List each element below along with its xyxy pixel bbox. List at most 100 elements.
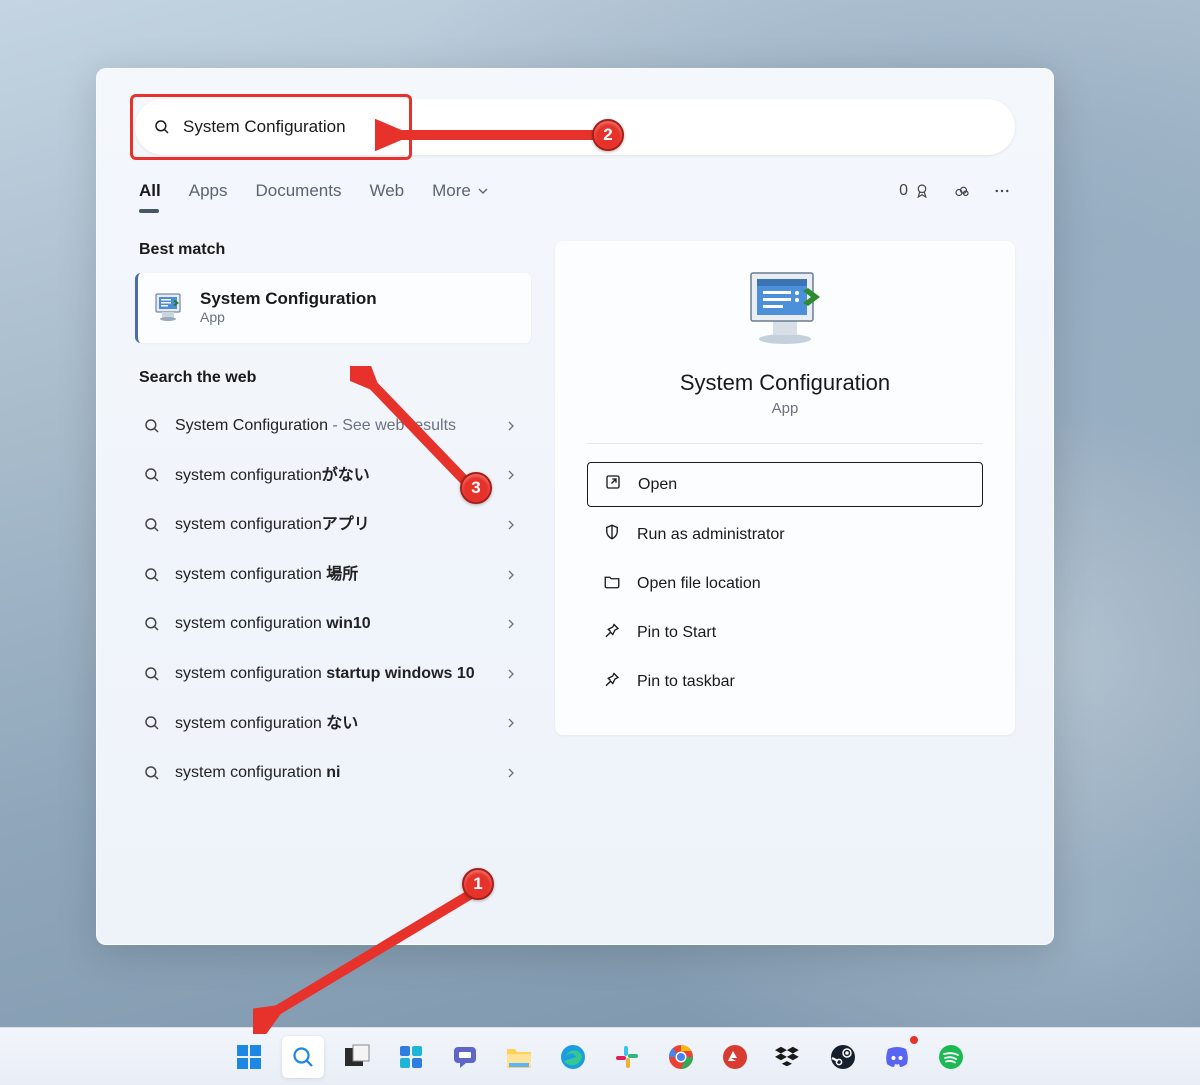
edge-icon	[560, 1044, 586, 1070]
annotation-arrow-1	[253, 884, 493, 1034]
chevron-right-icon	[503, 517, 519, 533]
detail-card: System Configuration App Open Run as admi…	[555, 241, 1015, 735]
chevron-right-icon	[503, 765, 519, 781]
web-result[interactable]: system configuration 場所	[135, 550, 531, 600]
web-result[interactable]: system configuration ni	[135, 748, 531, 798]
system-configuration-icon	[154, 291, 186, 323]
widgets-icon	[398, 1044, 424, 1070]
pin-icon	[603, 621, 621, 644]
expressvpn-icon	[722, 1044, 748, 1070]
taskbar-taskview[interactable]	[336, 1036, 378, 1078]
taskbar-teams[interactable]	[444, 1036, 486, 1078]
action-label: Open file location	[637, 575, 761, 593]
best-match-title: System Configuration	[200, 289, 377, 309]
windows-icon	[236, 1044, 262, 1070]
tab-more[interactable]: More	[432, 181, 491, 201]
pin-icon	[603, 670, 621, 693]
web-result-text: system configuration ni	[175, 762, 489, 784]
taskview-icon	[344, 1044, 370, 1070]
folder-icon	[505, 1045, 533, 1069]
taskbar-spotify[interactable]	[930, 1036, 972, 1078]
shield-icon	[603, 523, 621, 546]
chevron-right-icon	[503, 666, 519, 682]
search-icon	[143, 566, 161, 584]
search-icon	[143, 417, 161, 435]
tab-documents[interactable]: Documents	[255, 181, 341, 201]
web-result-text: system configuration ない	[175, 713, 489, 735]
web-result[interactable]: system configurationアプリ	[135, 500, 531, 550]
taskbar-dropbox[interactable]	[768, 1036, 810, 1078]
search-icon	[143, 466, 161, 484]
taskbar-chrome[interactable]	[660, 1036, 702, 1078]
search-icon	[143, 714, 161, 732]
slack-icon	[614, 1044, 640, 1070]
chat-icon	[452, 1044, 478, 1070]
action-open[interactable]: Open	[587, 462, 983, 507]
action-open-file-location[interactable]: Open file location	[587, 562, 983, 605]
taskbar-expressvpn[interactable]	[714, 1036, 756, 1078]
action-label: Pin to taskbar	[637, 673, 735, 691]
web-result-text: system configurationアプリ	[175, 514, 489, 536]
spotify-icon	[938, 1044, 964, 1070]
best-match-result[interactable]: System Configuration App	[135, 273, 531, 343]
action-label: Open	[638, 476, 677, 494]
steam-icon	[830, 1044, 856, 1070]
chevron-right-icon	[503, 467, 519, 483]
detail-subtitle: App	[587, 400, 983, 417]
taskbar-discord[interactable]	[876, 1036, 918, 1078]
tab-web[interactable]: Web	[369, 181, 404, 201]
web-result-text: system configuration 場所	[175, 564, 489, 586]
taskbar-widgets[interactable]	[390, 1036, 432, 1078]
detail-title: System Configuration	[587, 370, 983, 396]
results-column: Best match System Configuration App Sear…	[135, 241, 531, 916]
action-pin-to-start[interactable]: Pin to Start	[587, 611, 983, 654]
best-match-header: Best match	[139, 241, 527, 259]
chevron-right-icon	[503, 616, 519, 632]
search-icon	[143, 615, 161, 633]
folder-icon	[603, 572, 621, 595]
annotation-bubble-3: 3	[460, 472, 492, 504]
filter-tabs: All Apps Documents Web More 0	[135, 181, 1015, 201]
medal-icon	[913, 182, 931, 200]
action-run-as-administrator[interactable]: Run as administrator	[587, 513, 983, 556]
chevron-right-icon	[503, 715, 519, 731]
action-pin-to-taskbar[interactable]: Pin to taskbar	[587, 660, 983, 703]
best-match-subtitle: App	[200, 309, 377, 325]
search-icon	[153, 118, 171, 136]
chrome-icon	[668, 1044, 694, 1070]
taskbar	[0, 1027, 1200, 1085]
web-result-text: system configuration win10	[175, 613, 489, 635]
web-result[interactable]: system configuration ない	[135, 699, 531, 749]
action-label: Run as administrator	[637, 526, 785, 544]
rewards-counter[interactable]: 0	[899, 182, 931, 200]
detail-column: System Configuration App Open Run as admi…	[555, 241, 1015, 916]
taskbar-explorer[interactable]	[498, 1036, 540, 1078]
system-configuration-hero-icon	[743, 269, 827, 352]
onedrive-icon[interactable]	[953, 182, 971, 200]
chevron-right-icon	[503, 567, 519, 583]
search-icon	[143, 665, 161, 683]
web-result-text: system configuration startup windows 10	[175, 663, 489, 685]
dropbox-icon	[775, 1045, 803, 1069]
annotation-bubble-1: 1	[462, 868, 494, 900]
taskbar-start[interactable]	[228, 1036, 270, 1078]
taskbar-search[interactable]	[282, 1036, 324, 1078]
web-result[interactable]: system configuration startup windows 10	[135, 649, 531, 699]
action-label: Pin to Start	[637, 624, 716, 642]
open-icon	[604, 473, 622, 496]
chevron-down-icon	[475, 183, 491, 199]
tab-all[interactable]: All	[139, 181, 161, 201]
web-result[interactable]: system configuration win10	[135, 599, 531, 649]
search-icon	[291, 1045, 315, 1069]
chevron-right-icon	[503, 418, 519, 434]
tab-apps[interactable]: Apps	[189, 181, 228, 201]
detail-actions: Open Run as administrator Open file locati…	[587, 462, 983, 703]
more-icon[interactable]	[993, 182, 1011, 200]
search-icon	[143, 516, 161, 534]
discord-icon	[883, 1046, 911, 1068]
divider	[587, 443, 983, 444]
taskbar-steam[interactable]	[822, 1036, 864, 1078]
search-panel: All Apps Documents Web More 0 Best match	[96, 68, 1054, 945]
taskbar-slack[interactable]	[606, 1036, 648, 1078]
taskbar-edge[interactable]	[552, 1036, 594, 1078]
